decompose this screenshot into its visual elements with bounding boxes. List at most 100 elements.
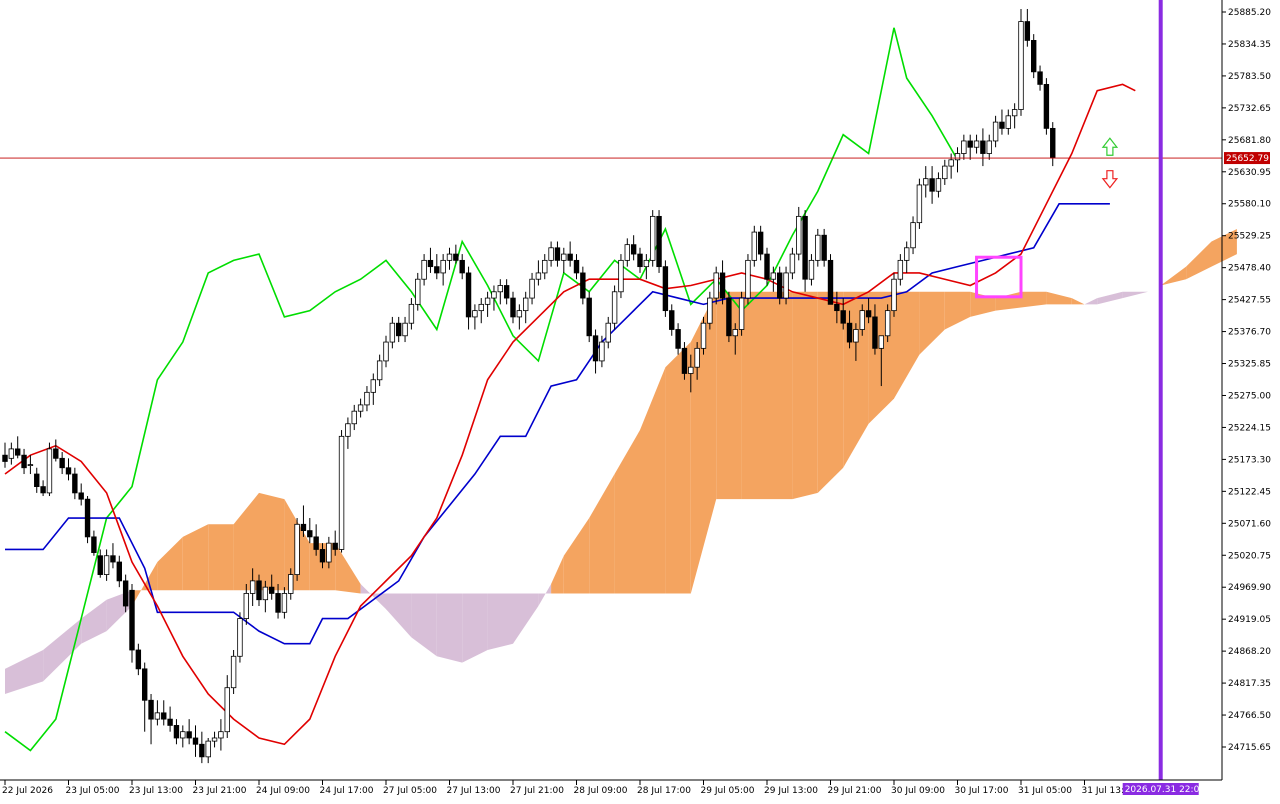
candle-body — [1031, 40, 1037, 73]
candle-body — [1024, 21, 1031, 41]
candle[interactable] — [738, 291, 745, 336]
candle-body — [764, 253, 770, 280]
time-tick-label: 31 Jul 05:00 — [1018, 786, 1072, 796]
candle[interactable] — [751, 225, 757, 267]
candle[interactable] — [745, 254, 751, 305]
price-tick-label: 24817.35 — [1228, 679, 1271, 689]
candle-body — [967, 140, 973, 148]
candle-body — [643, 259, 650, 268]
candle-body — [383, 341, 389, 362]
candle[interactable] — [650, 210, 656, 267]
ichimoku-chart[interactable]: 25885.20 25834.35 25783.50 25732.65 25681.80… — [0, 0, 1280, 800]
candle-body — [434, 266, 440, 274]
candle[interactable] — [656, 210, 662, 273]
candle-body — [503, 285, 510, 299]
candle-body — [27, 464, 34, 467]
candle-body — [986, 140, 992, 154]
time-tick-label: 23 Jul 13:00 — [129, 786, 183, 796]
price-tick-label: 25173.30 — [1228, 455, 1271, 465]
candle[interactable] — [916, 178, 923, 229]
candle-body — [599, 341, 605, 362]
kumo-bear-segment — [487, 593, 513, 650]
price-tick-label: 24969.90 — [1228, 583, 1271, 593]
candle-body — [472, 310, 478, 318]
vertical-marker-label: 2026.07.31 22:00 — [1125, 785, 1206, 795]
kumo-bull-segment — [741, 291, 767, 500]
candle-body — [230, 655, 237, 689]
candle[interactable] — [338, 430, 345, 553]
candle-body — [491, 291, 497, 299]
candle-body — [1005, 115, 1011, 129]
candle-body — [688, 366, 694, 374]
candle[interactable] — [586, 291, 592, 343]
candle[interactable] — [1018, 8, 1024, 116]
candle-body — [218, 731, 224, 739]
candle-body — [580, 272, 586, 299]
candle-body — [459, 259, 465, 274]
candle-body — [402, 322, 408, 337]
candle-body — [846, 322, 853, 343]
time-tick-label: 27 Jul 13:00 — [447, 786, 501, 796]
candle-body — [65, 467, 72, 475]
time-tick-label: 29 Jul 13:00 — [764, 786, 818, 796]
candle-body — [973, 140, 980, 148]
time-tick-label: 30 Jul 17:00 — [955, 786, 1009, 796]
candle-body — [91, 536, 97, 553]
candle[interactable] — [294, 518, 300, 581]
candle[interactable] — [1031, 34, 1037, 79]
price-tick-label: 25224.15 — [1228, 423, 1271, 433]
chart-area[interactable]: 25885.20 25834.35 25783.50 25732.65 25681.80… — [0, 0, 1280, 800]
candle-body — [561, 253, 567, 261]
candle-body — [694, 347, 700, 368]
price-tick-label: 25478.40 — [1228, 264, 1271, 274]
candle[interactable] — [611, 285, 618, 330]
candle-body — [929, 178, 935, 192]
candle-body — [275, 593, 281, 613]
candle-body — [796, 215, 802, 255]
candle-body — [53, 448, 59, 459]
candle-body — [357, 404, 364, 412]
candle-body — [1011, 109, 1018, 117]
kumo-bull-segment — [665, 342, 691, 594]
candle-body — [757, 231, 764, 255]
candle-body — [256, 580, 262, 601]
candle-body — [961, 140, 967, 154]
candle-body — [789, 253, 796, 274]
candle-body — [618, 259, 624, 293]
candle[interactable] — [827, 254, 834, 305]
candle-body — [942, 165, 948, 180]
candle[interactable] — [662, 260, 669, 317]
candle-body — [415, 278, 421, 305]
candle-body — [338, 435, 345, 550]
candle-body — [554, 247, 561, 261]
candle[interactable] — [230, 649, 237, 694]
candle-body — [154, 712, 161, 720]
candle-body — [783, 272, 789, 299]
candle-body — [872, 316, 878, 349]
candle[interactable] — [84, 496, 91, 544]
candle-body — [719, 272, 726, 299]
price-tick-label: 25681.80 — [1228, 136, 1271, 146]
time-tick-label: 27 Jul 21:00 — [510, 786, 564, 796]
time-tick-label: 30 Jul 09:00 — [891, 786, 945, 796]
price-tick-label: 25427.55 — [1228, 296, 1271, 306]
candle-body — [853, 329, 859, 343]
candle-body — [300, 523, 307, 531]
candle[interactable] — [618, 254, 624, 299]
candle[interactable] — [237, 612, 243, 663]
candle[interactable] — [891, 272, 897, 317]
chart-background — [0, 0, 1280, 800]
candle-body — [948, 159, 954, 167]
price-tick-label: 25122.45 — [1228, 487, 1271, 497]
candle-body — [592, 335, 599, 362]
candle[interactable] — [46, 442, 53, 497]
price-tick-label: 25275.00 — [1228, 391, 1271, 401]
price-tick-label: 25376.70 — [1228, 328, 1271, 338]
candle-body — [910, 222, 916, 249]
time-tick-label: 23 Jul 21:00 — [193, 786, 247, 796]
candle[interactable] — [1043, 78, 1050, 135]
candle-body — [103, 555, 110, 575]
candle[interactable] — [802, 210, 808, 292]
candle[interactable] — [726, 291, 732, 343]
time-tick-label: 28 Jul 09:00 — [574, 786, 628, 796]
